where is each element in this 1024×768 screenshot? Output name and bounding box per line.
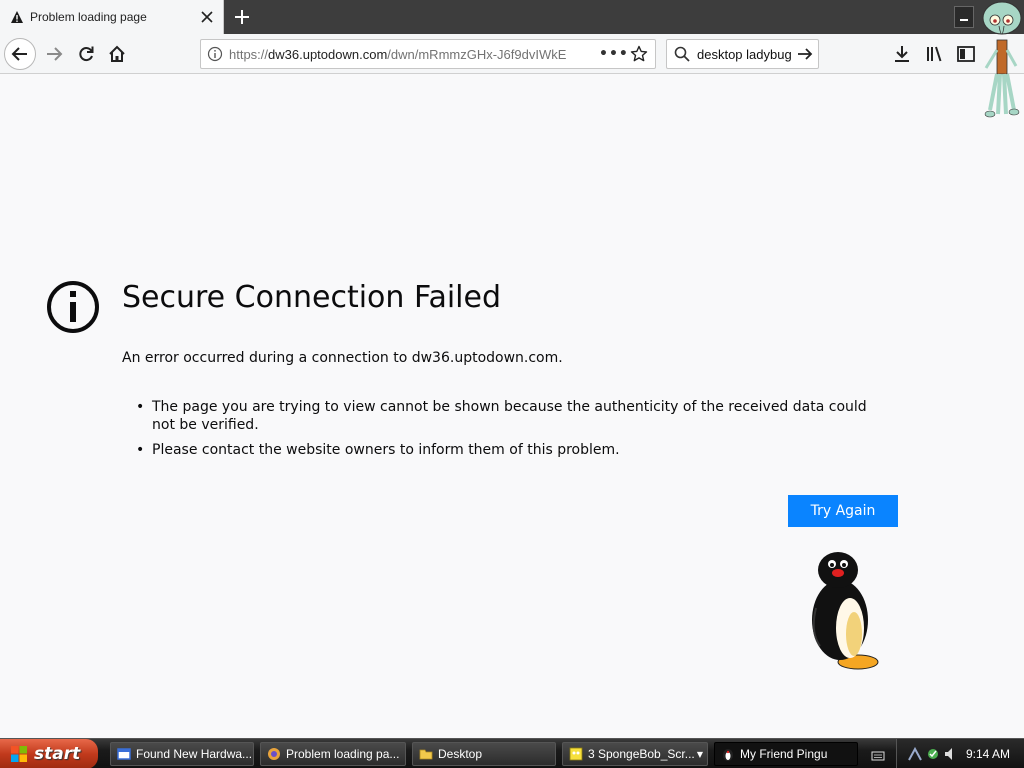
taskbar-item-spongebob-group[interactable]: 3 SpongeBob_Scr... ▼ [562, 742, 708, 766]
taskbar-item-problem-loading-page[interactable]: Problem loading pa... [260, 742, 406, 766]
windows-flag-icon [11, 746, 27, 762]
page-actions-icon[interactable]: ••• [599, 46, 628, 62]
info-circle-icon [46, 280, 100, 334]
url-text: https://dw36.uptodown.com/dwn/mRmmzGHx-J… [229, 47, 599, 62]
error-detail-text: The page you are trying to view cannot b… [152, 399, 867, 433]
spongebob-icon [569, 747, 583, 761]
reload-button[interactable] [70, 38, 102, 70]
search-icon [667, 46, 697, 62]
list-item: • Please contact the website owners to in… [136, 441, 876, 459]
browser-icon [268, 748, 280, 760]
taskbar: start Found New Hardwa... Problem loadin… [0, 738, 1024, 768]
taskbar-item-label: Found New Hardwa... [136, 747, 253, 761]
try-again-button[interactable]: Try Again [788, 495, 898, 527]
taskbar-item-found-new-hardware[interactable]: Found New Hardwa... [110, 742, 254, 766]
tab-problem-loading[interactable]: Problem loading page [0, 0, 224, 34]
network-icon[interactable] [907, 746, 923, 766]
bullet-icon: • [136, 442, 145, 458]
error-detail-text: Please contact the website owners to inf… [152, 442, 620, 458]
clock: 9:14 AM [965, 747, 1010, 761]
back-button[interactable] [4, 38, 36, 70]
library-icon[interactable] [918, 38, 950, 70]
keyboard-icon[interactable] [871, 747, 885, 766]
new-tab-button[interactable] [228, 3, 256, 31]
warning-icon [10, 10, 24, 24]
search-go-arrow-icon[interactable] [792, 46, 818, 62]
chevron-down-icon: ▼ [696, 749, 703, 759]
info-icon[interactable] [201, 46, 229, 62]
bookmark-star-icon[interactable] [625, 45, 653, 63]
tab-title: Problem loading page [30, 10, 147, 24]
folder-icon [419, 749, 433, 760]
taskbar-item-label: Problem loading pa... [286, 747, 400, 761]
url-prefix: https:// [229, 46, 269, 62]
taskbar-item-my-friend-pingu[interactable]: My Friend Pingu [714, 742, 858, 766]
close-tab-icon[interactable] [197, 7, 217, 27]
minimize-button[interactable] [954, 6, 974, 28]
bullet-icon: • [136, 399, 145, 415]
error-details-list: • The page you are trying to view cannot … [136, 398, 876, 466]
error-description: An error occurred during a connection to… [122, 350, 563, 366]
error-title: Secure Connection Failed [122, 280, 502, 315]
home-button[interactable] [101, 38, 133, 70]
start-button[interactable]: start [0, 739, 98, 768]
squidward-character-icon [978, 0, 1024, 124]
start-label: start [34, 744, 81, 764]
download-icon[interactable] [886, 38, 918, 70]
pingu-icon [723, 749, 733, 761]
taskbar-item-label: 3 SpongeBob_Scr... [588, 747, 695, 761]
tab-strip: Problem loading page [0, 0, 1024, 34]
tray-app-icon[interactable] [925, 746, 941, 766]
list-item: • The page you are trying to view cannot … [136, 398, 876, 434]
taskbar-item-label: My Friend Pingu [740, 747, 828, 761]
volume-icon[interactable] [943, 746, 959, 766]
url-path: /dwn/mRmmzGHx-J6f9dvIWkE [387, 46, 567, 62]
search-bar[interactable]: desktop ladybug [666, 39, 819, 69]
taskbar-item-desktop[interactable]: Desktop [412, 742, 556, 766]
pingu-character-icon [806, 548, 882, 674]
navigation-toolbar: https://dw36.uptodown.com/dwn/mRmmzGHx-J… [0, 34, 1024, 74]
url-bar[interactable]: https://dw36.uptodown.com/dwn/mRmmzGHx-J… [200, 39, 656, 69]
search-input[interactable]: desktop ladybug [697, 47, 792, 62]
window-icon [117, 748, 131, 760]
taskbar-item-label: Desktop [438, 747, 483, 761]
url-host: dw36.uptodown.com [268, 46, 388, 62]
forward-button[interactable] [38, 38, 70, 70]
system-tray: 9:14 AM [871, 739, 1024, 768]
